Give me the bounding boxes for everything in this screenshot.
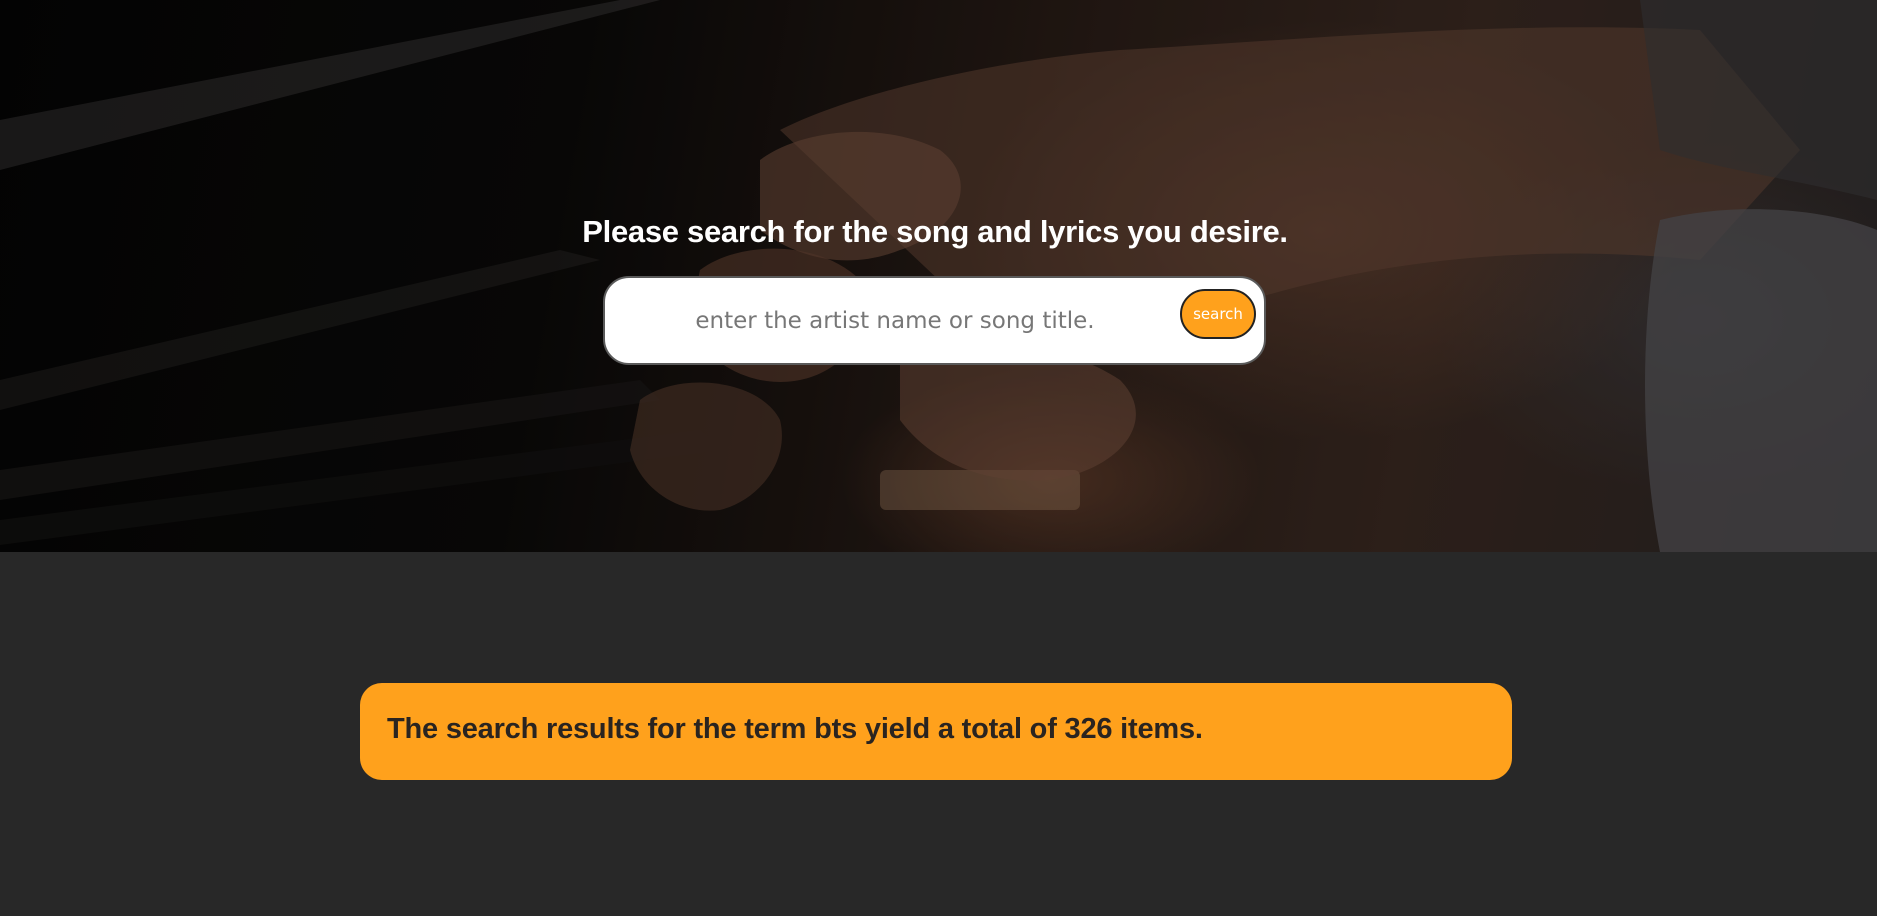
- search-box: search: [603, 276, 1266, 365]
- search-input[interactable]: [625, 292, 1165, 350]
- page-title: Please search for the song and lyrics yo…: [582, 214, 1288, 249]
- hero-content: Please search for the song and lyrics yo…: [0, 0, 1877, 552]
- hero-section: Please search for the song and lyrics yo…: [0, 0, 1877, 552]
- results-summary-text: The search results for the term bts yiel…: [387, 713, 1203, 745]
- results-summary-banner: The search results for the term bts yiel…: [360, 683, 1512, 780]
- search-button[interactable]: search: [1180, 289, 1256, 339]
